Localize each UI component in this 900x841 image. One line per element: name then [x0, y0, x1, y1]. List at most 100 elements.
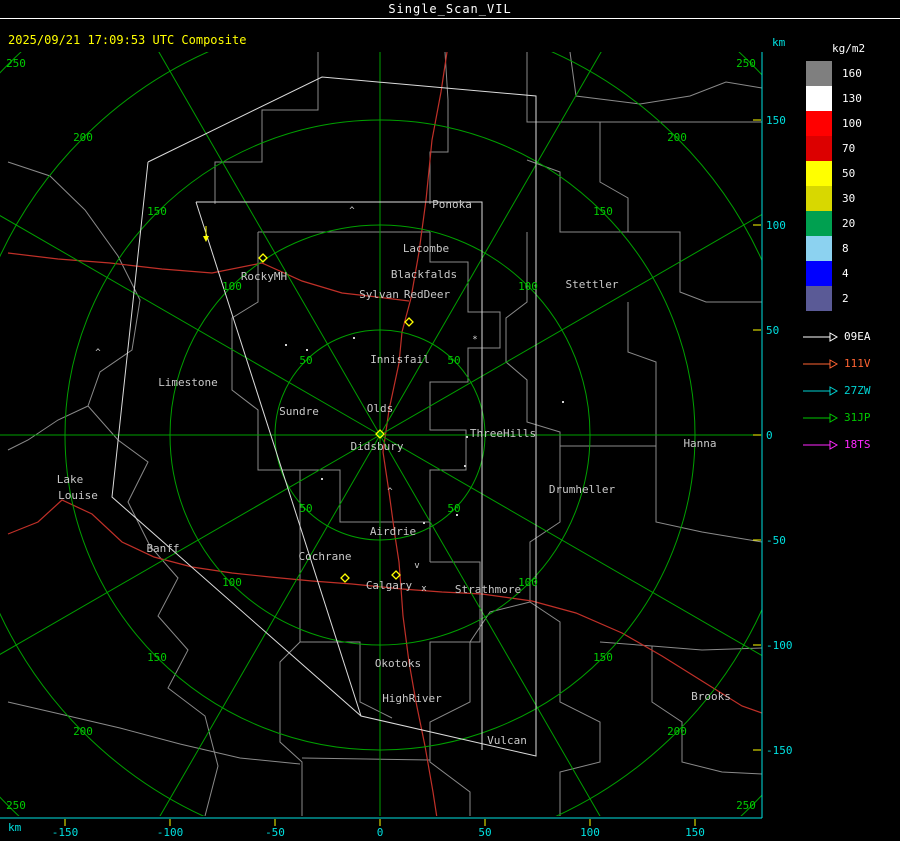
county-boundary [214, 52, 319, 204]
y-axis-unit-label: km [772, 36, 786, 49]
x-axis-label: 50 [478, 826, 491, 839]
radar-id: 111V [844, 357, 871, 370]
radar-site-entry: 18TS [802, 431, 898, 458]
scan-coverage-boundary [111, 76, 537, 757]
ring-range-label: 50 [299, 354, 312, 367]
legend-value: 70 [842, 142, 856, 155]
highway-line [7, 252, 410, 302]
legend-entry: 160 [802, 61, 898, 86]
radar-id: 31JP [844, 411, 871, 424]
county-boundary [655, 446, 762, 543]
county-boundary [279, 562, 303, 816]
radar-site-entry: 09EA [802, 323, 898, 350]
ring-range-label: 250 [736, 57, 756, 70]
legend-value: 130 [842, 92, 862, 105]
radar-arrow-icon [803, 385, 838, 396]
legend-value: 20 [842, 217, 856, 230]
legend-entry: 30 [802, 186, 898, 211]
app-root: Single_Scan_VIL 50 50 50 50 100 100 100 100 150 1… [0, 0, 900, 841]
ring-range-label: 200 [73, 131, 93, 144]
city-label: Brooks [691, 690, 731, 703]
county-boundary [300, 469, 431, 562]
legend-value: 50 [842, 167, 856, 180]
map-symbol: ^ [387, 487, 393, 497]
county-boundary [526, 159, 762, 303]
county-boundary [651, 646, 762, 775]
x-axis-label: -50 [265, 826, 285, 839]
town-dot [456, 514, 458, 516]
city-label: Olds [367, 402, 394, 415]
city-label: Cochrane [299, 550, 352, 563]
city-label: Calgary [366, 579, 413, 592]
azimuth-spoke [158, 52, 381, 436]
legend-value: 4 [842, 267, 849, 280]
legend-swatch [806, 86, 832, 111]
city-label: Drumheller [549, 483, 616, 496]
x-axis-label: 150 [685, 826, 705, 839]
county-boundary [7, 405, 89, 451]
radar-map-display[interactable]: 50 5050 50100 100100 100150 150150 150200 20020… [0, 0, 900, 841]
legend-entry: 100 [802, 111, 898, 136]
y-axis-label: -150 [766, 744, 793, 757]
ring-range-label: 100 [222, 576, 242, 589]
legend-entry: 70 [802, 136, 898, 161]
radar-arrow-icon [803, 439, 838, 450]
radar-arrow-icon [803, 358, 838, 369]
city-label: Sylvan [359, 288, 399, 301]
legend-swatch [806, 136, 832, 161]
ring-range-label: 150 [593, 205, 613, 218]
ring-range-label: 50 [299, 502, 312, 515]
radar-site-entry: 27ZW [802, 377, 898, 404]
town-dot [285, 344, 287, 346]
county-boundary [599, 641, 762, 651]
ring-range-label: 200 [73, 725, 93, 738]
city-label: Strathmore [455, 583, 521, 596]
y-axis-label: -50 [766, 534, 786, 547]
city-label: RockyMH [241, 270, 287, 283]
city-label: Didsbury [351, 440, 404, 453]
legend-entry: 8 [802, 236, 898, 261]
ring-range-label: 250 [736, 799, 756, 812]
city-label: Lacombe [403, 242, 449, 255]
x-axis-unit-label: km [8, 821, 22, 834]
radar-site-entry: 31JP [802, 404, 898, 431]
town-dot [466, 436, 468, 438]
city-label: Ponoka [432, 198, 472, 211]
x-axis-label: -100 [157, 826, 184, 839]
radar-site-marker [340, 573, 350, 583]
radar-id: 27ZW [844, 384, 871, 397]
legend-panel: kg/m2 160 130 100 70 50 30 20 8 4 2 09EA 111V 27ZW 3… [802, 42, 898, 458]
ring-range-label: 50 [447, 354, 460, 367]
county-boundary [7, 701, 301, 765]
city-label: ThreeHills [470, 427, 536, 440]
town-dot [464, 465, 466, 467]
map-symbol: x [421, 584, 427, 594]
radar-site-marker [391, 570, 401, 580]
y-axis-label: -100 [766, 639, 793, 652]
legend-value: 160 [842, 67, 862, 80]
legend-swatch [806, 261, 832, 286]
city-label: Okotoks [375, 657, 421, 670]
y-axis-label: 0 [766, 429, 773, 442]
scan-timestamp: 2025/09/21 17:09:53 UTC Composite [8, 33, 247, 47]
ring-range-label: 200 [667, 131, 687, 144]
city-label: Hanna [683, 437, 716, 450]
county-boundary [429, 52, 449, 204]
county-boundary [300, 641, 393, 719]
ring-range-label: 250 [6, 799, 26, 812]
ring-range-label: 250 [6, 57, 26, 70]
map-symbol: ^ [95, 348, 101, 358]
ring-range-label: 100 [518, 280, 538, 293]
azimuth-spoke [379, 434, 762, 657]
radar-id: 18TS [844, 438, 871, 451]
legend-entry: 50 [802, 161, 898, 186]
city-label: Airdrie [370, 525, 416, 538]
county-boundary [526, 52, 762, 123]
radar-site-list: 09EA 111V 27ZW 31JP 18TS [802, 323, 898, 458]
legend-value: 30 [842, 192, 856, 205]
ring-range-label: 150 [593, 651, 613, 664]
county-boundary [301, 757, 431, 761]
legend-value: 100 [842, 117, 862, 130]
city-label: Vulcan [487, 734, 527, 747]
city-label: Innisfail [370, 353, 430, 366]
